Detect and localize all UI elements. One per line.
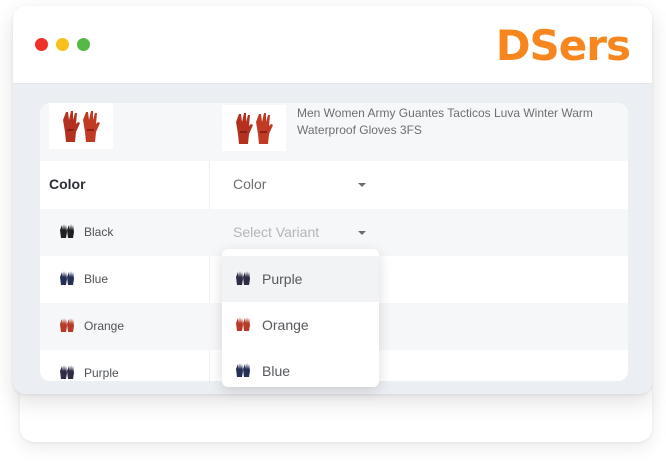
stage: DSers Men Women Army Guantes Tacticos Lu… [0,0,666,464]
glove-icon [230,108,278,148]
variant-label: Black [84,225,114,239]
chevron-down-icon[interactable] [358,231,366,235]
variant-item: Orange [58,317,124,335]
attribute-row: Color Color [40,161,628,209]
glove-icon [60,224,74,238]
variant-label: Blue [84,272,109,286]
glove-icon [60,271,74,285]
product-thumbnail [49,103,113,149]
option-label: Purple [262,271,303,287]
variant-item: Black [58,223,113,241]
minimize-window-dot[interactable] [56,38,69,51]
glove-icon [236,271,250,285]
option-label: Orange [262,317,309,333]
window-titlebar: DSers [13,6,652,84]
product-row: Men Women Army Guantes Tacticos Luva Win… [40,103,628,161]
close-window-dot[interactable] [35,38,48,51]
chevron-down-icon[interactable] [358,183,366,187]
attribute-label: Color [49,176,86,192]
option-label: Blue [262,363,291,379]
dropdown-option-orange[interactable]: Orange [222,302,379,348]
dropdown-option-blue[interactable]: Blue [222,348,379,387]
dropdown-option-purple[interactable]: Purple [222,256,379,302]
supplier-product-thumbnail [222,105,286,151]
variant-dropdown-menu: Purple Orange Blue [222,249,379,387]
variant-label: Purple [84,366,119,380]
glove-icon [236,317,250,331]
maximize-window-dot[interactable] [77,38,90,51]
variant-item: Purple [58,364,119,381]
glove-icon [236,363,250,377]
glove-icon [57,106,105,146]
glove-icon [60,365,74,379]
variant-label: Orange [84,319,125,333]
variant-select[interactable]: Select Variant [233,224,319,240]
attribute-select[interactable]: Color [233,176,266,192]
product-title: Men Women Army Guantes Tacticos Luva Win… [297,106,593,137]
glove-icon [60,318,74,332]
variant-item: Blue [58,270,108,288]
dsers-logo: DSers [495,21,631,70]
